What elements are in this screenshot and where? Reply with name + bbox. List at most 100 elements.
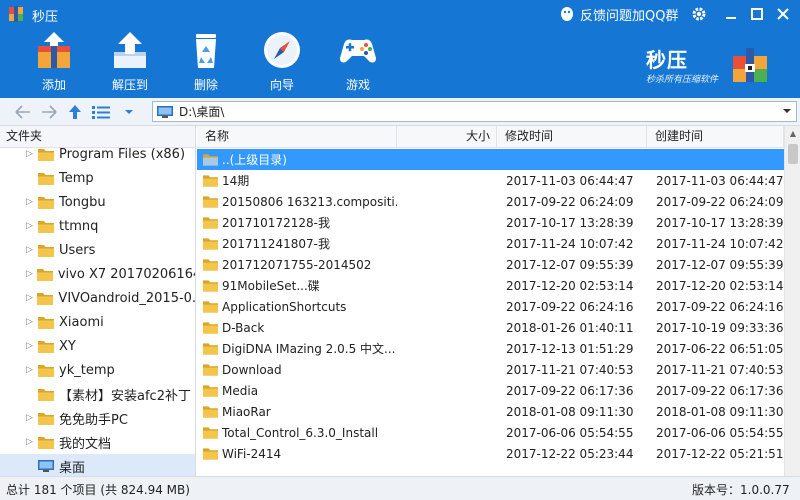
- file-row[interactable]: WiFi-2414 2017-12-22 05:23:44 2017-12-22 0…: [197, 443, 784, 464]
- back-button[interactable]: [14, 103, 32, 121]
- tree-item[interactable]: ▷ 我的文档: [0, 430, 195, 454]
- tree-item-label: Temp: [59, 170, 94, 186]
- delete-button[interactable]: 删除: [176, 30, 236, 94]
- delete-label: 删除: [193, 78, 218, 92]
- tree-item[interactable]: ▷ 免免助手PC: [0, 406, 195, 430]
- file-row[interactable]: ApplicationShortcuts 2017-09-22 06:24:16 2…: [197, 296, 784, 317]
- expand-arrow-icon[interactable]: ▷: [26, 293, 35, 303]
- file-name: MiaoRar: [222, 404, 271, 419]
- feedback-label: 反馈问题加QQ群: [580, 8, 679, 24]
- file-row[interactable]: DigiDNA IMazing 2.0.5 中文... 2017-12-13 01…: [197, 338, 784, 359]
- address-dropdown-icon[interactable]: [782, 106, 792, 116]
- file-row[interactable]: D-Back 2018-01-26 01:40:11 2017-10-19 09:3…: [197, 317, 784, 338]
- column-header-name[interactable]: 名称: [197, 126, 397, 148]
- modified-time: 2017-11-03 06:44:47: [506, 173, 634, 188]
- view-mode-button[interactable]: [92, 103, 110, 121]
- tree-item-label: 免免助手PC: [59, 412, 128, 428]
- expand-arrow-icon[interactable]: ▷: [26, 413, 36, 423]
- file-row[interactable]: Download 2017-11-21 07:40:53 2017-11-21 07…: [197, 359, 784, 380]
- forward-button[interactable]: [40, 103, 58, 121]
- file-row[interactable]: Total_Control_6.3.0_Install 2017-06-06 05…: [197, 422, 784, 443]
- column-header-ctime[interactable]: 创建时间: [647, 126, 784, 148]
- folder-icon: [38, 316, 54, 329]
- tree-item[interactable]: ▷ Xiaomi: [0, 310, 195, 334]
- tree-item[interactable]: ▷ XY: [0, 334, 195, 358]
- up-level-button[interactable]: [66, 103, 84, 121]
- expand-arrow-icon[interactable]: ▷: [26, 245, 36, 255]
- file-rows: ..(上级目录) 14期 2017-11-03 06:44:47 2017-11-03…: [197, 148, 784, 476]
- file-row[interactable]: 201711241807-我 2017-11-24 10:07:42 2017-11…: [197, 233, 784, 254]
- tree-item[interactable]: ▷ Users: [0, 238, 195, 262]
- expand-arrow-icon[interactable]: ▷: [26, 341, 36, 351]
- file-row[interactable]: 20150806 163213.compositi... 2017-09-22 0…: [197, 191, 784, 212]
- settings-button[interactable]: [688, 4, 710, 24]
- expand-arrow-icon[interactable]: ▷: [26, 317, 36, 327]
- file-name: 201710172128-我: [222, 216, 330, 230]
- folder-icon: [203, 259, 218, 271]
- gamepad-icon: [340, 39, 376, 63]
- file-row[interactable]: 201712071755-2014502 2017-12-07 09:55:39 2…: [197, 254, 784, 275]
- folder-icon: [38, 364, 54, 377]
- file-row[interactable]: Media 2017-09-22 06:17:36 2017-09-22 06:17…: [197, 380, 784, 401]
- tree-item[interactable]: ▷ Tongbu: [0, 190, 195, 214]
- expand-arrow-icon[interactable]: ▷: [26, 149, 36, 159]
- column-header-mtime[interactable]: 修改时间: [497, 126, 647, 148]
- tree-item[interactable]: ▷【素材】安装afc2补丁: [0, 382, 195, 406]
- tree-item[interactable]: ▷ Program Files (x86): [0, 148, 195, 166]
- games-button[interactable]: 游戏: [328, 30, 388, 94]
- folder-icon: [203, 364, 218, 376]
- wizard-button[interactable]: 向导: [252, 30, 312, 94]
- close-button[interactable]: [772, 4, 794, 24]
- file-row[interactable]: 201710172128-我 2017-10-17 13:28:39 2017-10…: [197, 212, 784, 233]
- desktop-icon: [38, 459, 54, 472]
- file-name: D-Back: [222, 320, 265, 335]
- address-bar[interactable]: D:\桌面\: [152, 101, 797, 122]
- add-button[interactable]: 添加: [24, 30, 84, 94]
- created-time: 2017-12-22 05:21:51: [656, 446, 784, 461]
- add-archive-icon: [38, 32, 70, 68]
- scrollbar-thumb[interactable]: [788, 144, 798, 164]
- expand-arrow-icon[interactable]: ▷: [26, 221, 36, 231]
- created-time: 2017-11-21 07:40:53: [656, 362, 784, 377]
- file-row[interactable]: 91MobileSet...碟 2017-12-20 02:53:14 2017-1…: [197, 275, 784, 296]
- maximize-button[interactable]: [746, 4, 768, 24]
- parent-directory-row[interactable]: ..(上级目录): [197, 149, 784, 170]
- expand-arrow-icon[interactable]: ▷: [26, 269, 35, 279]
- maximize-icon: [751, 8, 763, 20]
- expand-arrow-icon[interactable]: ▷: [26, 197, 36, 207]
- extract-button[interactable]: 解压到: [100, 30, 160, 94]
- folder-icon: [203, 217, 218, 229]
- folder-icon: [203, 175, 218, 187]
- folder-icon: [203, 427, 218, 439]
- file-row[interactable]: MiaoRar 2018-01-08 09:11:30 2018-01-08 09:…: [197, 401, 784, 422]
- feedback-link[interactable]: 反馈问题加QQ群: [558, 5, 679, 24]
- column-header-size[interactable]: 大小: [397, 126, 497, 148]
- tree-item-label: 桌面: [59, 460, 86, 476]
- tree-item[interactable]: ▷Temp: [0, 166, 195, 190]
- title-bar: 秒压 反馈问题加QQ群: [0, 0, 800, 28]
- tree-item[interactable]: ▷ ttmnq: [0, 214, 195, 238]
- folder-tree-header: 文件夹: [0, 126, 195, 148]
- created-time: 2017-09-22 06:24:16: [656, 299, 784, 314]
- tree-item[interactable]: ▷ yk_temp: [0, 358, 195, 382]
- view-mode-dropdown[interactable]: [120, 103, 138, 121]
- expand-arrow-icon[interactable]: ▷: [26, 437, 36, 447]
- vertical-scrollbar[interactable]: ▲: [784, 126, 800, 476]
- tree-item[interactable]: ▷ VIVOandroid_2015-0...: [0, 286, 195, 310]
- minimize-button[interactable]: [720, 4, 742, 24]
- expand-arrow-icon[interactable]: ▷: [26, 365, 36, 375]
- folder-icon: [36, 268, 53, 281]
- tree-item[interactable]: ▷ vivo X7 20170206164...: [0, 262, 195, 286]
- folder-icon: [38, 244, 54, 257]
- folder-icon: [38, 436, 54, 449]
- up-arrow-icon: [69, 105, 81, 119]
- tree-item-label: 【素材】安装afc2补丁: [59, 388, 191, 404]
- tree-item-label: ttmnq: [59, 218, 99, 234]
- folder-icon: [203, 280, 218, 292]
- scroll-up-icon[interactable]: ▲: [785, 126, 800, 142]
- file-row[interactable]: 14期 2017-11-03 06:44:47 2017-11-03 06:44:4…: [197, 170, 784, 191]
- folder-tree-body[interactable]: ▷Program Files (x86)▷Temp▷Tongbu▷ttmnq▷U…: [0, 148, 195, 476]
- gear-icon: [692, 7, 706, 21]
- version-label: 版本号：1.0.0.77: [692, 483, 790, 497]
- tree-item[interactable]: ▷桌面: [0, 454, 195, 476]
